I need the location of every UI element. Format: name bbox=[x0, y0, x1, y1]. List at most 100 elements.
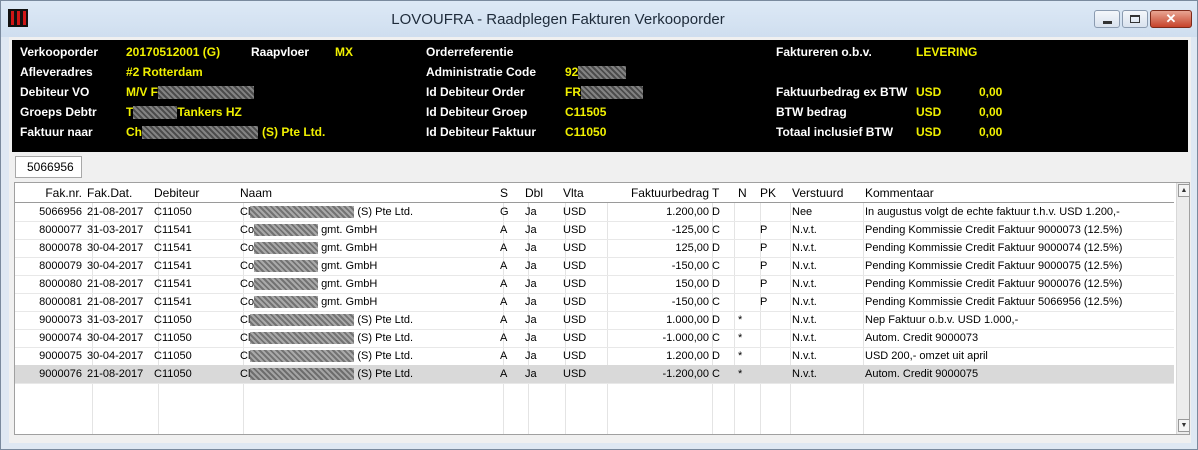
col-kommentaar-cell: Pending Kommissie Credit Faktuur 9000073… bbox=[865, 224, 1123, 236]
col-fak-dat-cell: 30-04-2017 bbox=[87, 332, 144, 344]
col-debiteur-cell: C11541 bbox=[154, 242, 192, 254]
title-bar[interactable]: LOVOUFRA - Raadplegen Fakturen Verkoopor… bbox=[1, 1, 1197, 37]
administratie-code-label: Administratie Code bbox=[426, 65, 537, 79]
col-vlta-header[interactable]: Vlta bbox=[563, 186, 603, 200]
col-fak-dat-cell: 30-04-2017 bbox=[87, 242, 144, 254]
col-t-cell: D bbox=[712, 350, 720, 362]
fakturen-table[interactable]: Fak.nr. Fak.Dat. Debiteur Naam S Dbl Vlta Faktu… bbox=[14, 182, 1190, 435]
col-n-header[interactable]: N bbox=[738, 186, 756, 200]
col-kommentaar-cell: USD 200,- omzet uit april bbox=[865, 350, 988, 362]
col-dbl-cell: Ja bbox=[525, 368, 537, 380]
col-s-cell: A bbox=[500, 242, 508, 254]
id-debiteur-order-label: Id Debiteur Order bbox=[426, 85, 525, 99]
table-row[interactable]: 9000075 30-04-2017 C11050 Cl (S) Pte Ltd. A Ja… bbox=[15, 347, 1174, 366]
col-vlta-cell: USD bbox=[563, 260, 587, 272]
col-s-cell: A bbox=[500, 260, 508, 272]
col-dbl-cell: Ja bbox=[525, 350, 537, 362]
col-t-header[interactable]: T bbox=[712, 186, 734, 200]
col-t-cell: C bbox=[712, 332, 720, 344]
table-row[interactable]: 5066956 21-08-2017 C11050 Cl (S) Pte Ltd. G Ja… bbox=[15, 203, 1174, 222]
col-kommentaar-cell: In augustus volgt de echte faktuur t.h.v… bbox=[865, 206, 1120, 218]
faktuurbedrag-value: 0,00 bbox=[979, 85, 1003, 99]
col-fak-nr-cell: 9000075 bbox=[39, 350, 82, 362]
table-row[interactable]: 9000073 31-03-2017 C11050 Cl (S) Pte Ltd. A Ja… bbox=[15, 311, 1174, 330]
vertical-scrollbar[interactable]: ▲ ▼ bbox=[1176, 183, 1189, 434]
col-verstuurd-cell: N.v.t. bbox=[792, 368, 817, 380]
table-row[interactable]: 8000078 30-04-2017 C11541 Co gmt. GmbH A Ja USD… bbox=[15, 239, 1174, 258]
col-fak-dat-cell: 21-08-2017 bbox=[87, 368, 144, 380]
orderreferentie-label: Orderreferentie bbox=[426, 45, 514, 59]
col-kommentaar-cell: Autom. Credit 9000073 bbox=[865, 332, 979, 344]
col-fak-nr-cell: 8000077 bbox=[39, 224, 82, 236]
col-pk-cell: P bbox=[760, 224, 768, 236]
close-button[interactable]: ✕ bbox=[1150, 10, 1192, 28]
table-row[interactable]: 8000081 21-08-2017 C11541 Co gmt. GmbH A Ja USD… bbox=[15, 293, 1174, 312]
col-pk-cell: P bbox=[760, 296, 768, 308]
scroll-up-icon[interactable]: ▲ bbox=[1178, 184, 1189, 197]
totaal-label: Totaal inclusief BTW bbox=[776, 125, 894, 139]
col-naam-cell: Co gmt. GmbH bbox=[240, 278, 378, 291]
col-naam-cell: Cl (S) Pte Ltd. bbox=[240, 368, 414, 381]
redacted-mark bbox=[254, 260, 319, 273]
verkooporder-value: 20170512001 (G) bbox=[126, 45, 221, 59]
table-row[interactable]: 9000074 30-04-2017 C11050 Cl (S) Pte Ltd. A Ja… bbox=[15, 329, 1174, 348]
col-dbl-cell: Ja bbox=[525, 332, 537, 344]
col-verstuurd-header[interactable]: Verstuurd bbox=[792, 186, 862, 200]
table-row[interactable]: 8000080 21-08-2017 C11541 Co gmt. GmbH A Ja USD… bbox=[15, 275, 1174, 294]
redacted-mark bbox=[254, 224, 319, 237]
col-s-cell: A bbox=[500, 296, 508, 308]
col-pk-cell: P bbox=[760, 242, 768, 254]
col-vlta-cell: USD bbox=[563, 332, 587, 344]
groeps-debtr-label: Groeps Debtr bbox=[20, 105, 97, 119]
col-fak-nr-cell: 8000081 bbox=[39, 296, 82, 308]
table-row[interactable]: 8000079 30-04-2017 C11541 Co gmt. GmbH A Ja USD… bbox=[15, 257, 1174, 276]
col-fak-nr-cell: 9000074 bbox=[39, 332, 82, 344]
id-debiteur-order-value: FR bbox=[565, 85, 643, 100]
col-fak-dat-header[interactable]: Fak.Dat. bbox=[87, 186, 153, 200]
col-vlta-cell: USD bbox=[563, 224, 587, 236]
redacted-mark bbox=[142, 126, 258, 140]
col-t-cell: C bbox=[712, 296, 720, 308]
col-vlta-cell: USD bbox=[563, 296, 587, 308]
col-t-cell: C bbox=[712, 224, 720, 236]
faktuur-nr-input[interactable]: 5066956 bbox=[15, 156, 82, 178]
col-debiteur-cell: C11541 bbox=[154, 224, 192, 236]
col-faktuurbedrag-header[interactable]: Faktuurbedrag bbox=[607, 186, 709, 200]
btw-bedrag-value: 0,00 bbox=[979, 105, 1003, 119]
col-debiteur-cell: C11541 bbox=[154, 260, 192, 272]
col-naam-header[interactable]: Naam bbox=[240, 186, 496, 200]
col-n-cell: * bbox=[738, 350, 743, 362]
maximize-button[interactable] bbox=[1122, 10, 1148, 28]
redacted-mark bbox=[250, 332, 355, 345]
order-header-panel: Verkooporder 20170512001 (G) Raapvloer M… bbox=[12, 40, 1188, 152]
redacted-mark bbox=[250, 314, 355, 327]
table-row[interactable]: 8000077 31-03-2017 C11541 Co gmt. GmbH A Ja USD… bbox=[15, 221, 1174, 240]
col-dbl-header[interactable]: Dbl bbox=[525, 186, 559, 200]
col-debiteur-cell: C11050 bbox=[154, 368, 192, 380]
col-dbl-cell: Ja bbox=[525, 314, 537, 326]
col-pk-cell: P bbox=[760, 278, 768, 290]
table-row[interactable]: 9000076 21-08-2017 C11050 Cl (S) Pte Ltd. A Ja… bbox=[15, 365, 1174, 384]
col-faktuurbedrag-cell: -125,00 bbox=[671, 224, 709, 236]
col-fak-nr-header[interactable]: Fak.nr. bbox=[15, 186, 82, 200]
application-window: LOVOUFRA - Raadplegen Fakturen Verkoopor… bbox=[0, 0, 1198, 450]
col-debiteur-header[interactable]: Debiteur bbox=[154, 186, 237, 200]
col-s-header[interactable]: S bbox=[500, 186, 522, 200]
minimize-button[interactable] bbox=[1094, 10, 1120, 28]
col-kommentaar-cell: Autom. Credit 9000075 bbox=[865, 368, 979, 380]
scroll-down-icon[interactable]: ▼ bbox=[1178, 419, 1189, 432]
verkooporder-label: Verkooporder bbox=[20, 45, 99, 59]
col-fak-dat-cell: 31-03-2017 bbox=[87, 314, 144, 326]
btw-bedrag-currency: USD bbox=[916, 105, 942, 119]
col-faktuurbedrag-cell: 150,00 bbox=[675, 278, 709, 290]
col-faktuurbedrag-cell: 125,00 bbox=[675, 242, 709, 254]
col-debiteur-cell: C11050 bbox=[154, 332, 192, 344]
col-vlta-cell: USD bbox=[563, 368, 587, 380]
col-t-cell: D bbox=[712, 278, 720, 290]
col-t-cell: C bbox=[712, 260, 720, 272]
faktuurbedrag-currency: USD bbox=[916, 85, 942, 99]
col-s-cell: A bbox=[500, 314, 508, 326]
col-fak-nr-cell: 9000076 bbox=[39, 368, 82, 380]
col-kommentaar-header[interactable]: Kommentaar bbox=[865, 186, 1170, 200]
col-pk-header[interactable]: PK bbox=[760, 186, 788, 200]
